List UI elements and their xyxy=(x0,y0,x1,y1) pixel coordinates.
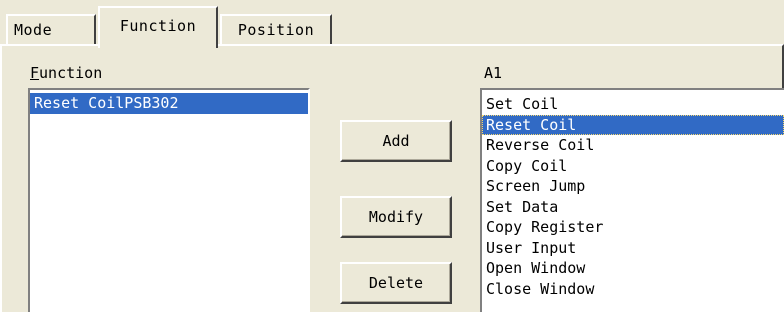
a1-list-item-close-window[interactable]: Close Window xyxy=(482,279,784,300)
a1-list-item-copy-coil[interactable]: Copy Coil xyxy=(482,156,784,177)
modify-button[interactable]: Modify xyxy=(340,196,452,238)
a1-list-item-set-data[interactable]: Set Data xyxy=(482,197,784,218)
function-listbox[interactable]: Reset CoilPSB302 xyxy=(28,88,310,312)
a1-list-item-reverse-coil[interactable]: Reverse Coil xyxy=(482,135,784,156)
a1-list-item-reset-coil[interactable]: Reset Coil xyxy=(482,114,784,135)
a1-list-item-user-input[interactable]: User Input xyxy=(482,238,784,259)
a1-list-item-open-window[interactable]: Open Window xyxy=(482,258,784,279)
tab-position[interactable]: Position xyxy=(220,14,332,44)
delete-button[interactable]: Delete xyxy=(340,262,452,304)
a1-list-item-screen-jump[interactable]: Screen Jump xyxy=(482,176,784,197)
delete-button-label: Delete xyxy=(368,274,424,292)
tab-function[interactable]: Function xyxy=(98,6,218,48)
a1-list-label: A1 xyxy=(484,64,503,82)
modify-button-label: Modify xyxy=(368,208,424,226)
a1-list-item-set-coil[interactable]: Set Coil xyxy=(482,94,784,115)
function-list-item[interactable]: Reset CoilPSB302 xyxy=(30,93,308,114)
add-button-label: Add xyxy=(382,132,410,150)
add-button[interactable]: Add xyxy=(340,120,452,162)
tab-strip: Mode Function Position xyxy=(0,0,784,48)
a1-listbox[interactable]: Set Coil Reset Coil Reverse Coil Copy Co… xyxy=(480,88,784,312)
a1-list-item-copy-register[interactable]: Copy Register xyxy=(482,217,784,238)
function-list-label: Function xyxy=(30,64,103,82)
tab-mode[interactable]: Mode xyxy=(6,14,96,44)
